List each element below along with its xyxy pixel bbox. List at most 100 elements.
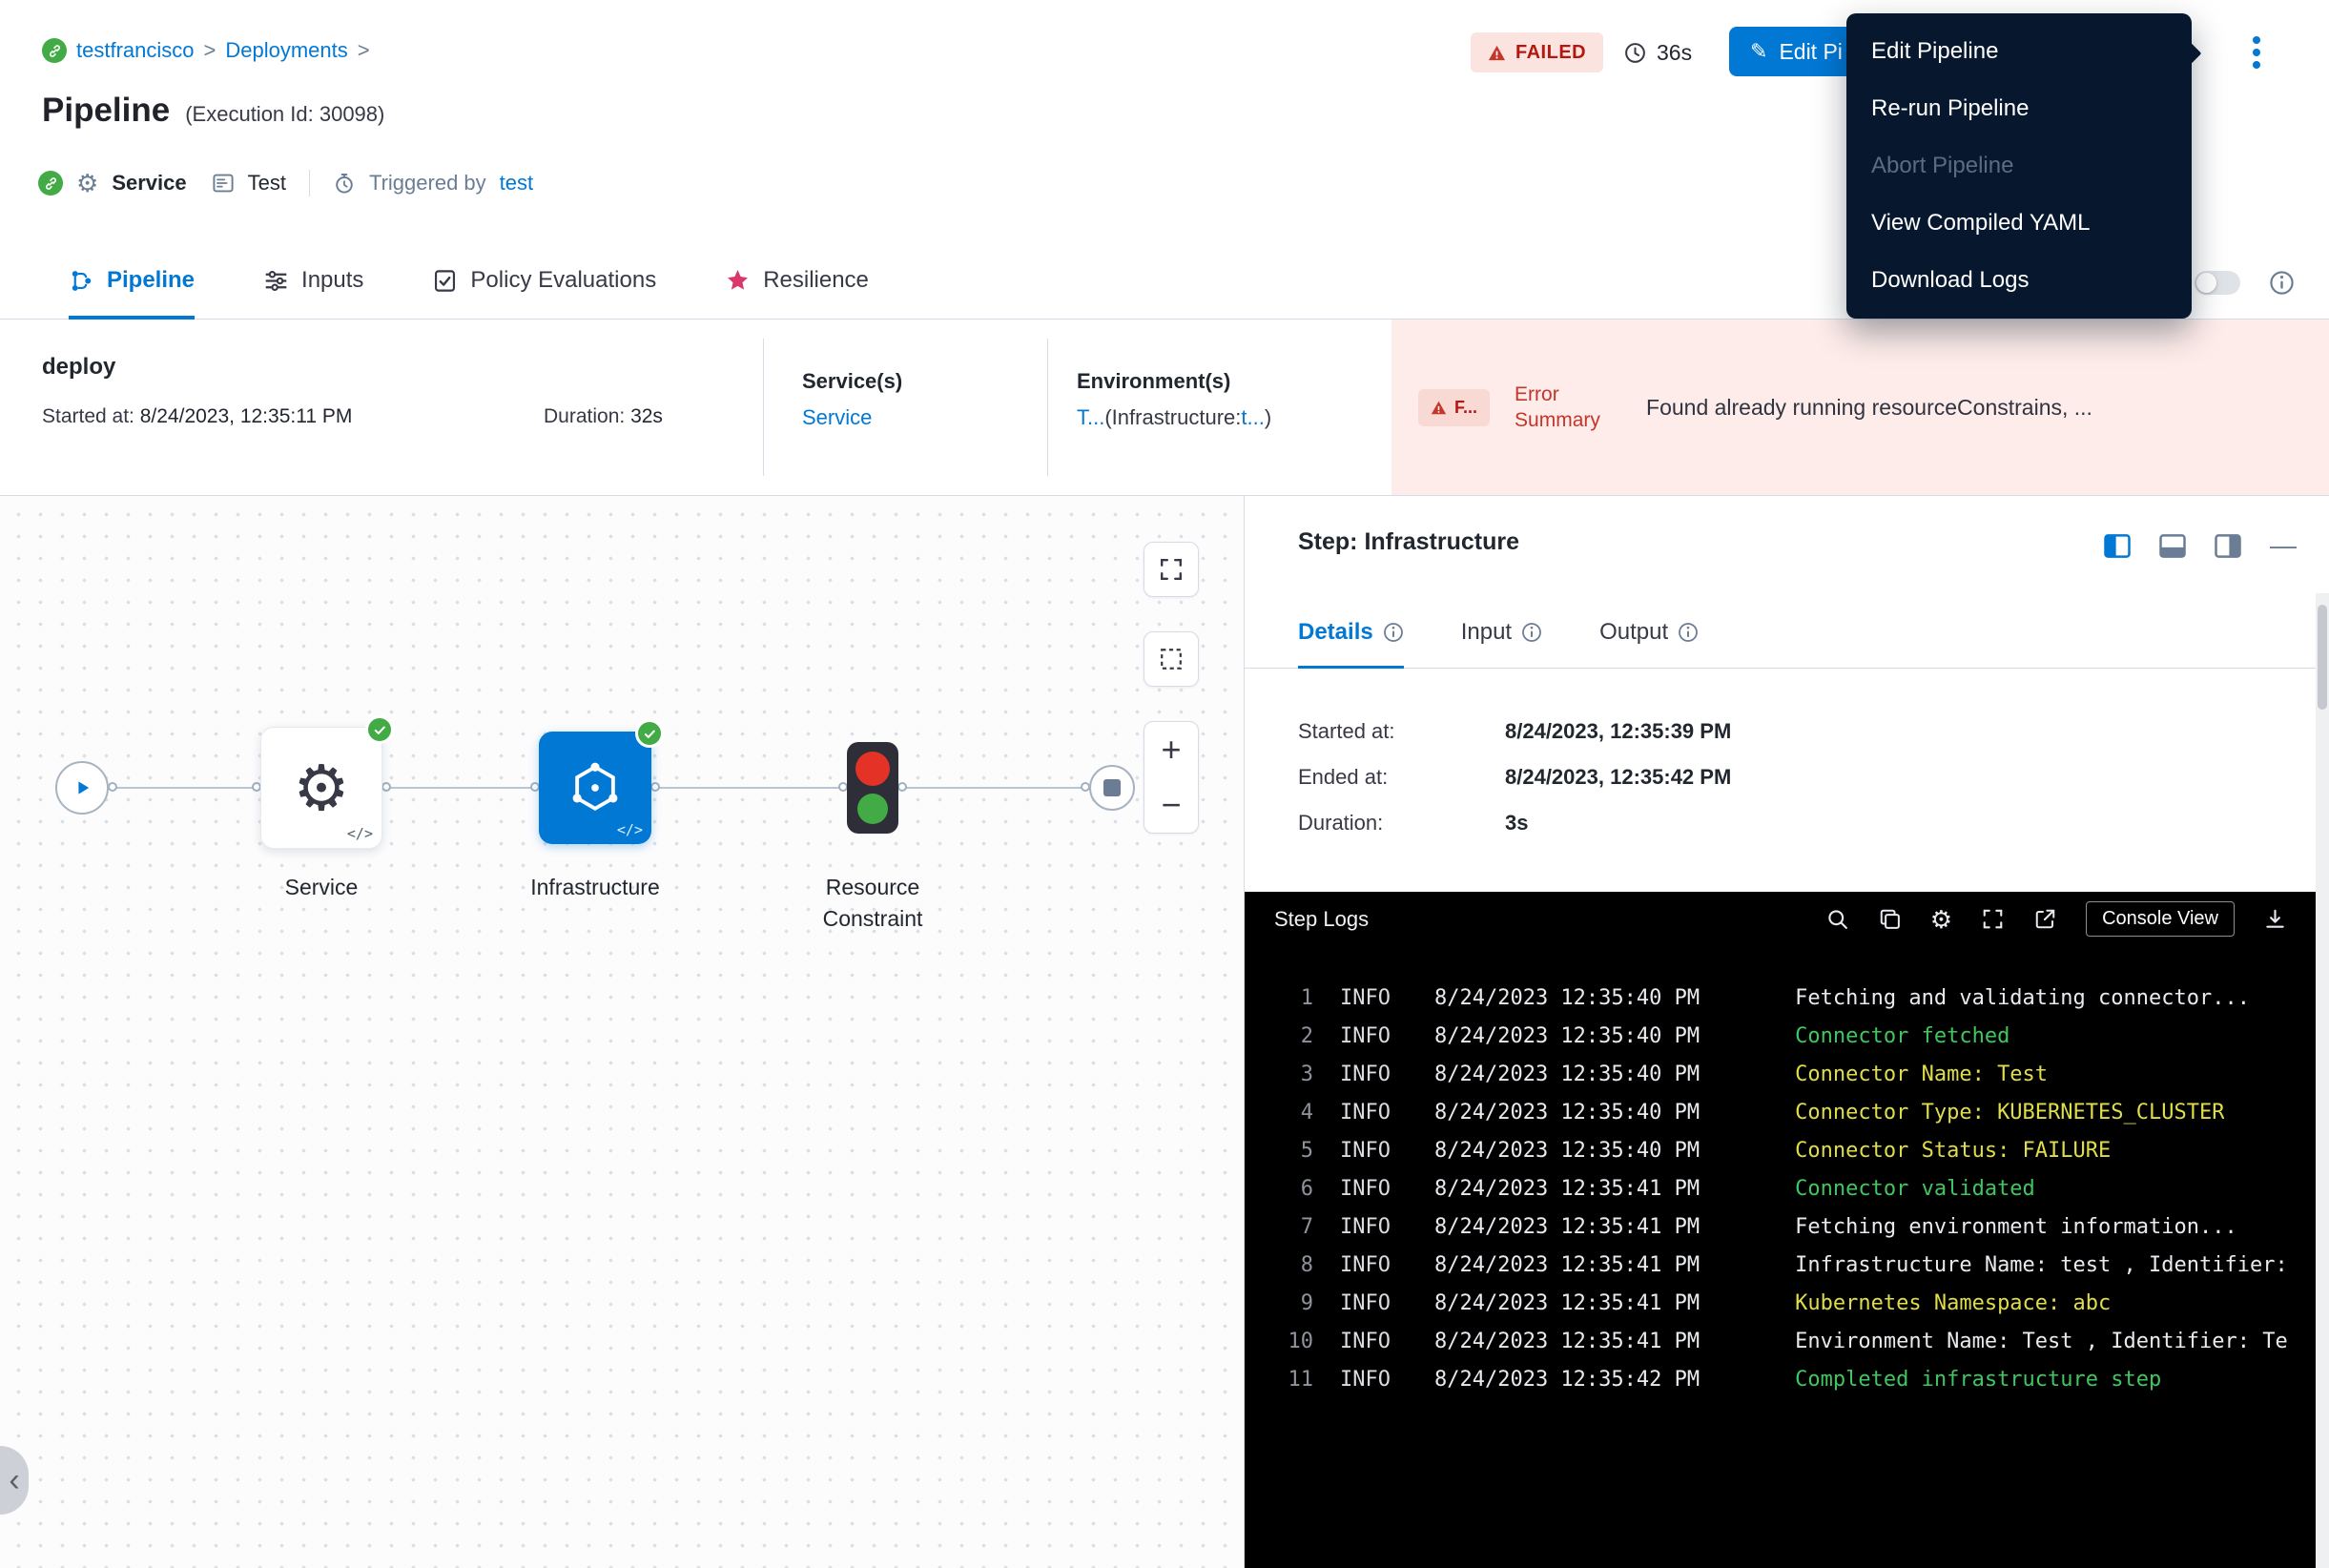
detail-row: Duration: 3s (1298, 800, 1731, 846)
log-line: 8 INFO 8/24/2023 12:35:41 PM Infrastruct… (1245, 1246, 2329, 1284)
status-badge: FAILED (1471, 32, 1603, 72)
external-link-icon[interactable] (2033, 907, 2057, 931)
log-line: 6 INFO 8/24/2023 12:35:41 PM Connector v… (1245, 1169, 2329, 1207)
canvas-multiselect-button[interactable] (1144, 631, 1199, 687)
infrastructure-link[interactable]: t... (1241, 405, 1264, 429)
breadcrumb: testfrancisco > Deployments > (42, 38, 370, 63)
edge (651, 787, 847, 789)
log-line: 7 INFO 8/24/2023 12:35:41 PM Fetching en… (1245, 1207, 2329, 1246)
stop-square-icon (1103, 779, 1121, 796)
breadcrumb-project-link[interactable]: testfrancisco (76, 38, 195, 63)
tab-pipeline[interactable]: Pipeline (69, 245, 195, 320)
settings-gear-icon[interactable]: ⚙ (1930, 907, 1952, 932)
start-node (55, 761, 109, 815)
app-root: testfrancisco > Deployments > Pipeline (… (0, 0, 2329, 1568)
zoom-controls: + − (1144, 721, 1199, 834)
split-view-icon[interactable] (2104, 534, 2131, 558)
info-icon[interactable] (2269, 270, 2295, 296)
view-toggle[interactable] (2195, 271, 2240, 295)
menu-item[interactable]: View Compiled YAML (1846, 195, 2192, 252)
triggered-by-user-link[interactable]: test (500, 171, 533, 196)
page-title: Pipeline (42, 92, 170, 130)
scrollbar-thumb[interactable] (2318, 605, 2327, 710)
panel-tab[interactable]: Output (1599, 599, 1699, 669)
pipeline-canvas: ⚙ </> Service </> Infrastructure Resourc… (0, 496, 1244, 1568)
menu-item[interactable]: Re-run Pipeline (1846, 80, 2192, 137)
info-icon[interactable] (1521, 622, 1542, 643)
menu-item[interactable]: Edit Pipeline (1846, 23, 2192, 80)
error-summary-message: Found already running resourceConstrains… (1646, 395, 2302, 421)
error-summary-section: F... Error Summary Found already running… (1391, 320, 2329, 495)
tab-policy-evaluations[interactable]: Policy Evaluations (432, 245, 656, 320)
panel-tab[interactable]: Details (1298, 599, 1404, 669)
success-check-badge (635, 719, 664, 748)
info-icon[interactable] (1383, 622, 1404, 643)
panel-tab[interactable]: Input (1461, 599, 1542, 669)
infrastructure-node[interactable]: </> (539, 732, 651, 844)
detail-row: Ended at: 8/24/2023, 12:35:42 PM (1298, 754, 1731, 800)
tab-resilience[interactable]: Resilience (725, 245, 869, 320)
stopwatch-icon (333, 172, 356, 195)
scrollbar[interactable] (2316, 593, 2329, 1568)
edge (382, 787, 539, 789)
resource-constraint-node[interactable] (847, 742, 898, 834)
collapse-panel-icon[interactable]: — (2270, 532, 2297, 559)
node-label: Resource Constraint (806, 872, 939, 936)
play-icon (71, 776, 93, 799)
hexagon-network-icon (567, 760, 623, 815)
warning-icon (1431, 400, 1447, 416)
step-detail-tabs: Details Input Output (1245, 599, 2329, 669)
log-line: 11 INFO 8/24/2023 12:35:42 PM Completed … (1245, 1360, 2329, 1398)
fullscreen-icon[interactable] (1981, 907, 2005, 931)
log-lines: 1 INFO 8/24/2023 12:35:40 PM Fetching an… (1245, 946, 2329, 1398)
stage-duration: Duration: 32s (544, 405, 663, 428)
console-view-button[interactable]: Console View (2086, 901, 2235, 937)
log-line: 3 INFO 8/24/2023 12:35:40 PM Connector N… (1245, 1055, 2329, 1093)
service-link[interactable]: Service (802, 405, 872, 430)
pipeline-icon (69, 268, 94, 294)
zoom-out-button[interactable]: − (1144, 777, 1198, 833)
triggered-by-label: Triggered by (369, 171, 486, 196)
download-icon[interactable] (2263, 907, 2287, 931)
breadcrumb-separator: > (358, 38, 370, 63)
kebab-menu-button[interactable] (2236, 29, 2277, 76)
divider (309, 170, 310, 196)
services-column: Service(s) Service (764, 320, 1047, 495)
green-light (857, 794, 888, 824)
edge (898, 787, 1089, 789)
service-node[interactable]: ⚙ </> (260, 727, 382, 849)
end-node (1089, 765, 1135, 811)
log-line: 4 INFO 8/24/2023 12:35:40 PM Connector T… (1245, 1093, 2329, 1131)
title-row: Pipeline (Execution Id: 30098) (42, 92, 384, 130)
main-content: ⚙ </> Service </> Infrastructure Resourc… (0, 495, 2329, 1568)
elapsed-time: 36s (1623, 32, 1692, 72)
zoom-in-button[interactable]: + (1144, 722, 1198, 777)
harness-module-icon (42, 38, 67, 63)
stage-info-column: deploy Started at: 8/24/2023, 12:35:11 P… (0, 320, 763, 495)
search-icon[interactable] (1825, 907, 1849, 931)
node-label: Infrastructure (500, 872, 690, 903)
gear-icon: ⚙ (293, 756, 349, 819)
copy-icon[interactable] (1878, 907, 1902, 931)
canvas-fullscreen-button[interactable] (1144, 542, 1199, 597)
code-glyph: </> (347, 825, 373, 842)
tab-inputs[interactable]: Inputs (263, 245, 363, 320)
tabbar-right-controls (2195, 245, 2295, 320)
step-logs-title: Step Logs (1274, 907, 1369, 932)
environment-link[interactable]: T... (1077, 405, 1104, 429)
dashed-selection-icon (1158, 646, 1185, 672)
clock-icon (1623, 41, 1647, 65)
info-icon[interactable] (1678, 622, 1699, 643)
menu-item[interactable]: Abort Pipeline (1846, 137, 2192, 195)
stage-started: Started at: 8/24/2023, 12:35:11 PM (42, 405, 352, 428)
failed-short-badge: F... (1418, 389, 1490, 426)
services-label: Service(s) (802, 369, 1047, 394)
bottom-view-icon[interactable] (2159, 534, 2186, 558)
log-line: 1 INFO 8/24/2023 12:35:40 PM Fetching an… (1245, 979, 2329, 1017)
step-logs-panel: Step Logs ⚙ (1245, 892, 2329, 1568)
breadcrumb-deployments-link[interactable]: Deployments (225, 38, 347, 63)
warning-icon (1488, 44, 1506, 62)
right-view-icon[interactable] (2215, 534, 2241, 558)
edge (109, 787, 260, 789)
menu-item[interactable]: Download Logs (1846, 252, 2192, 309)
